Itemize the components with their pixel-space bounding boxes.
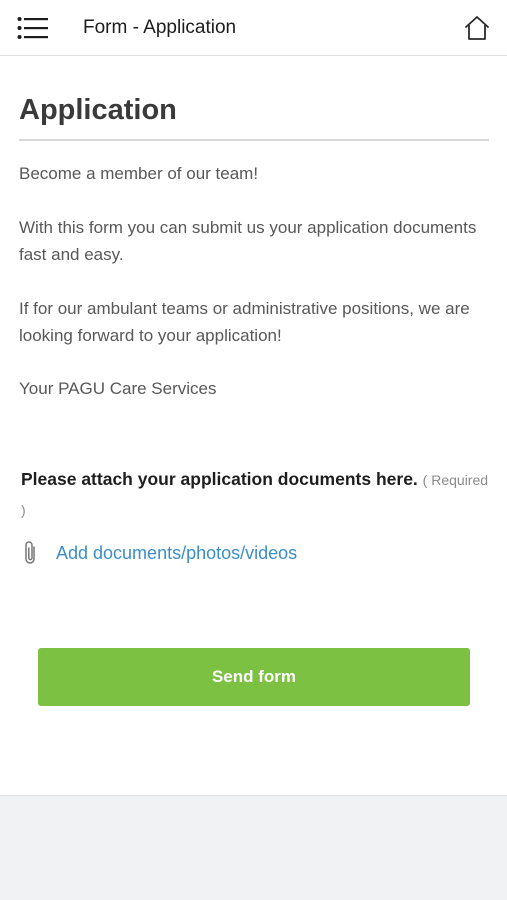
header-title: Form - Application bbox=[83, 17, 237, 38]
bottom-gray-area bbox=[0, 795, 507, 900]
intro-paragraph-3: If for our ambulant teams or administrat… bbox=[19, 299, 470, 345]
home-icon[interactable] bbox=[463, 14, 491, 42]
send-form-button[interactable]: Send form bbox=[38, 648, 470, 706]
intro-paragraph-2: With this form you can submit us your ap… bbox=[19, 218, 477, 264]
app-screen: Form - Application Application Become a … bbox=[0, 0, 507, 900]
menu-icon[interactable] bbox=[17, 16, 48, 40]
title-divider bbox=[19, 139, 489, 141]
add-documents-link[interactable]: Add documents/photos/videos bbox=[56, 542, 297, 564]
intro-paragraph-1: Become a member of our team! bbox=[19, 164, 259, 183]
page-title: Application bbox=[19, 94, 177, 126]
form-content: Application Become a member of our team!… bbox=[0, 57, 507, 795]
paperclip-icon bbox=[21, 540, 41, 566]
add-documents-control[interactable]: Add documents/photos/videos bbox=[21, 538, 421, 568]
top-bar: Form - Application bbox=[0, 0, 507, 56]
attachment-field-label: Please attach your application documents… bbox=[21, 465, 491, 525]
attachment-label-text: Please attach your application documents… bbox=[21, 469, 418, 489]
intro-signature: Your PAGU Care Services bbox=[19, 379, 217, 398]
